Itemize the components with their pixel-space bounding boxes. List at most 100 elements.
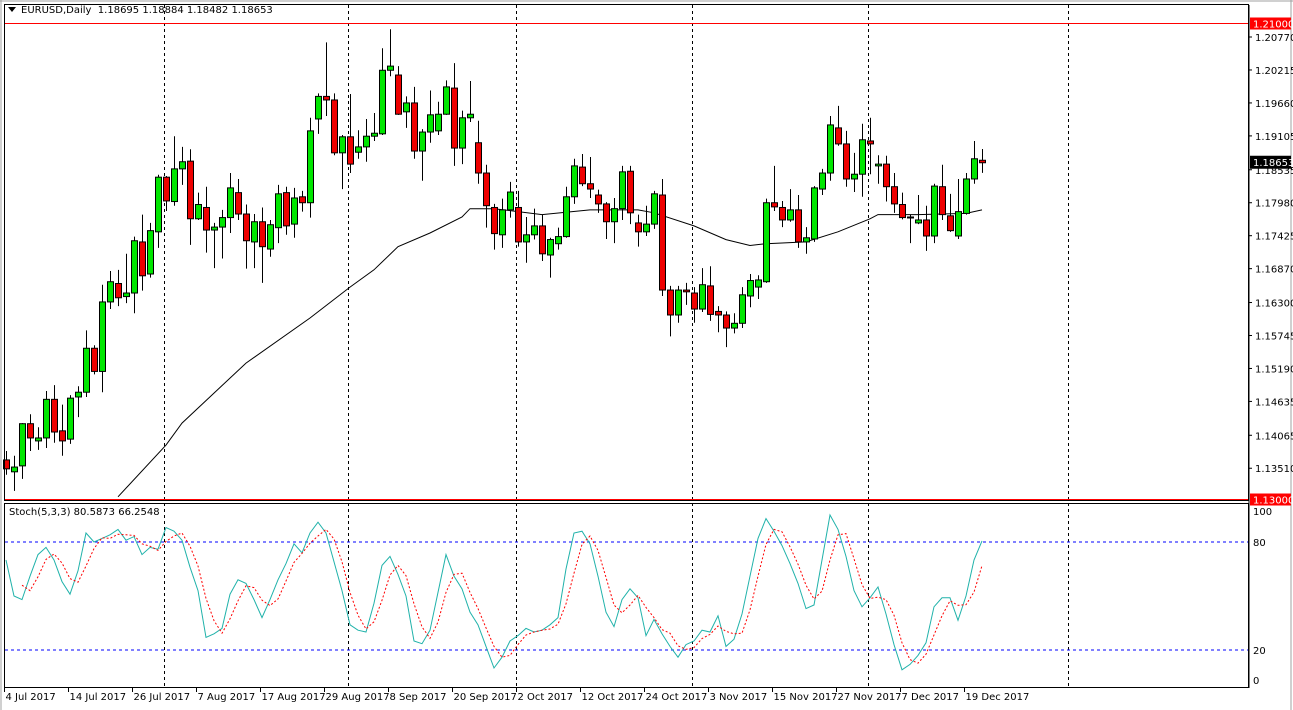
bear-candle-body bbox=[939, 186, 946, 216]
candle bbox=[331, 93, 338, 156]
bear-candle-body bbox=[539, 225, 546, 255]
bull-candle-body bbox=[755, 279, 762, 288]
bull-candle-body bbox=[35, 437, 42, 442]
low-value: 1.18482 bbox=[186, 5, 229, 16]
current-price-label: 1.18653 bbox=[1253, 158, 1293, 169]
bull-candle-body bbox=[651, 193, 658, 225]
stoch-tick-label: 80 bbox=[1253, 538, 1266, 549]
bull-candle-body bbox=[547, 239, 554, 256]
bull-candle-body bbox=[955, 211, 962, 237]
candle bbox=[147, 222, 154, 278]
candle bbox=[659, 178, 666, 296]
bull-candle-body bbox=[371, 132, 378, 137]
bear-candle-body bbox=[395, 74, 402, 115]
bear-candle-body bbox=[187, 160, 194, 220]
bear-candle-body bbox=[779, 206, 786, 221]
close-value: 1.18653 bbox=[231, 5, 273, 16]
bull-candle-body bbox=[75, 391, 82, 398]
bull-candle-body bbox=[443, 86, 450, 115]
price-tick-label: 1.13510 bbox=[1255, 464, 1293, 475]
bull-candle-body bbox=[523, 234, 530, 243]
price-tick-label: 1.20770 bbox=[1255, 33, 1293, 44]
bear-candle-body bbox=[139, 241, 146, 277]
bear-candle-body bbox=[979, 159, 986, 164]
bear-candle-body bbox=[91, 347, 98, 372]
bear-candle-body bbox=[947, 215, 954, 232]
bull-candle-body bbox=[83, 347, 90, 393]
price-chart[interactable]: 1.21000 1.13000 1.20770 1.20215 1.19660 1.191… bbox=[0, 0, 1293, 710]
bull-candle-body bbox=[619, 171, 626, 210]
bear-candle-body bbox=[299, 196, 306, 204]
bull-candle-body bbox=[507, 191, 514, 211]
bull-candle-body bbox=[363, 135, 370, 148]
bear-candle-body bbox=[491, 206, 498, 235]
date-label: 7 Dec 2017 bbox=[902, 692, 960, 703]
candle bbox=[651, 190, 658, 229]
price-tick-label: 1.16300 bbox=[1255, 299, 1293, 310]
bear-candle-body bbox=[667, 289, 674, 316]
price-tick-label: 1.15190 bbox=[1255, 364, 1293, 375]
bull-candle-body bbox=[747, 280, 754, 297]
symbol-label: EURUSD,Daily bbox=[21, 5, 92, 16]
bull-candle-body bbox=[291, 197, 298, 225]
date-label: 7 Aug 2017 bbox=[198, 692, 256, 703]
bear-candle-body bbox=[627, 170, 634, 214]
date-label: 20 Sep 2017 bbox=[454, 692, 517, 703]
bull-candle-body bbox=[427, 114, 434, 133]
bear-candle-body bbox=[331, 99, 338, 154]
bull-candle-body bbox=[267, 224, 274, 250]
bull-candle-body bbox=[915, 219, 922, 224]
candle bbox=[763, 198, 770, 283]
bull-candle-body bbox=[827, 124, 834, 174]
chart-background bbox=[0, 0, 1293, 710]
bull-candle-body bbox=[355, 146, 362, 153]
stoch-header: Stoch(5,3,3) 80.5873 66.2548 bbox=[9, 507, 160, 518]
bull-candle-body bbox=[435, 113, 442, 132]
bear-candle-body bbox=[595, 194, 602, 205]
price-tick-label: 1.16870 bbox=[1255, 265, 1293, 276]
price-tick-label: 1.19660 bbox=[1255, 99, 1293, 110]
date-label: 19 Dec 2017 bbox=[966, 692, 1030, 703]
bull-candle-body bbox=[875, 163, 882, 167]
candle bbox=[67, 395, 74, 444]
bear-candle-body bbox=[283, 192, 290, 227]
bull-candle-body bbox=[275, 193, 282, 229]
bear-candle-body bbox=[27, 423, 34, 439]
bull-candle-body bbox=[147, 230, 154, 275]
bull-candle-body bbox=[731, 322, 738, 329]
dropdown-triangle-icon[interactable] bbox=[8, 7, 16, 12]
bear-candle-body bbox=[683, 289, 690, 293]
bear-candle-body bbox=[475, 142, 482, 174]
bear-candle-body bbox=[883, 163, 890, 188]
bull-candle-body bbox=[315, 95, 322, 120]
bull-candle-body bbox=[99, 301, 106, 372]
candle bbox=[307, 117, 314, 218]
candle bbox=[963, 173, 970, 215]
bull-candle-body bbox=[931, 185, 938, 237]
bull-candle-body bbox=[155, 176, 162, 233]
bear-candle-body bbox=[451, 87, 458, 149]
hline-price-label: 1.21000 bbox=[1253, 20, 1293, 31]
bear-candle-body bbox=[51, 398, 58, 433]
stoch-main-value: 80.5873 bbox=[73, 507, 116, 518]
date-label: 24 Oct 2017 bbox=[646, 692, 708, 703]
bull-candle-body bbox=[19, 423, 26, 467]
bull-candle-body bbox=[67, 397, 74, 440]
bull-candle-body bbox=[403, 102, 410, 113]
bull-candle-body bbox=[971, 158, 978, 180]
bear-candle-body bbox=[347, 136, 354, 165]
date-label: 29 Aug 2017 bbox=[326, 692, 390, 703]
bear-candle-body bbox=[603, 203, 610, 223]
bear-candle-body bbox=[867, 140, 874, 145]
bear-candle-body bbox=[843, 143, 850, 180]
bull-candle-body bbox=[611, 208, 618, 223]
bear-candle-body bbox=[771, 202, 778, 208]
bull-candle-body bbox=[11, 466, 18, 473]
bull-candle-body bbox=[467, 113, 474, 119]
bull-candle-body bbox=[571, 165, 578, 198]
candle bbox=[931, 183, 938, 244]
price-tick-label: 1.17425 bbox=[1255, 232, 1293, 243]
date-label: 15 Nov 2017 bbox=[774, 692, 838, 703]
bear-candle-body bbox=[891, 186, 898, 205]
stoch-tick-label: 0 bbox=[1253, 676, 1259, 687]
